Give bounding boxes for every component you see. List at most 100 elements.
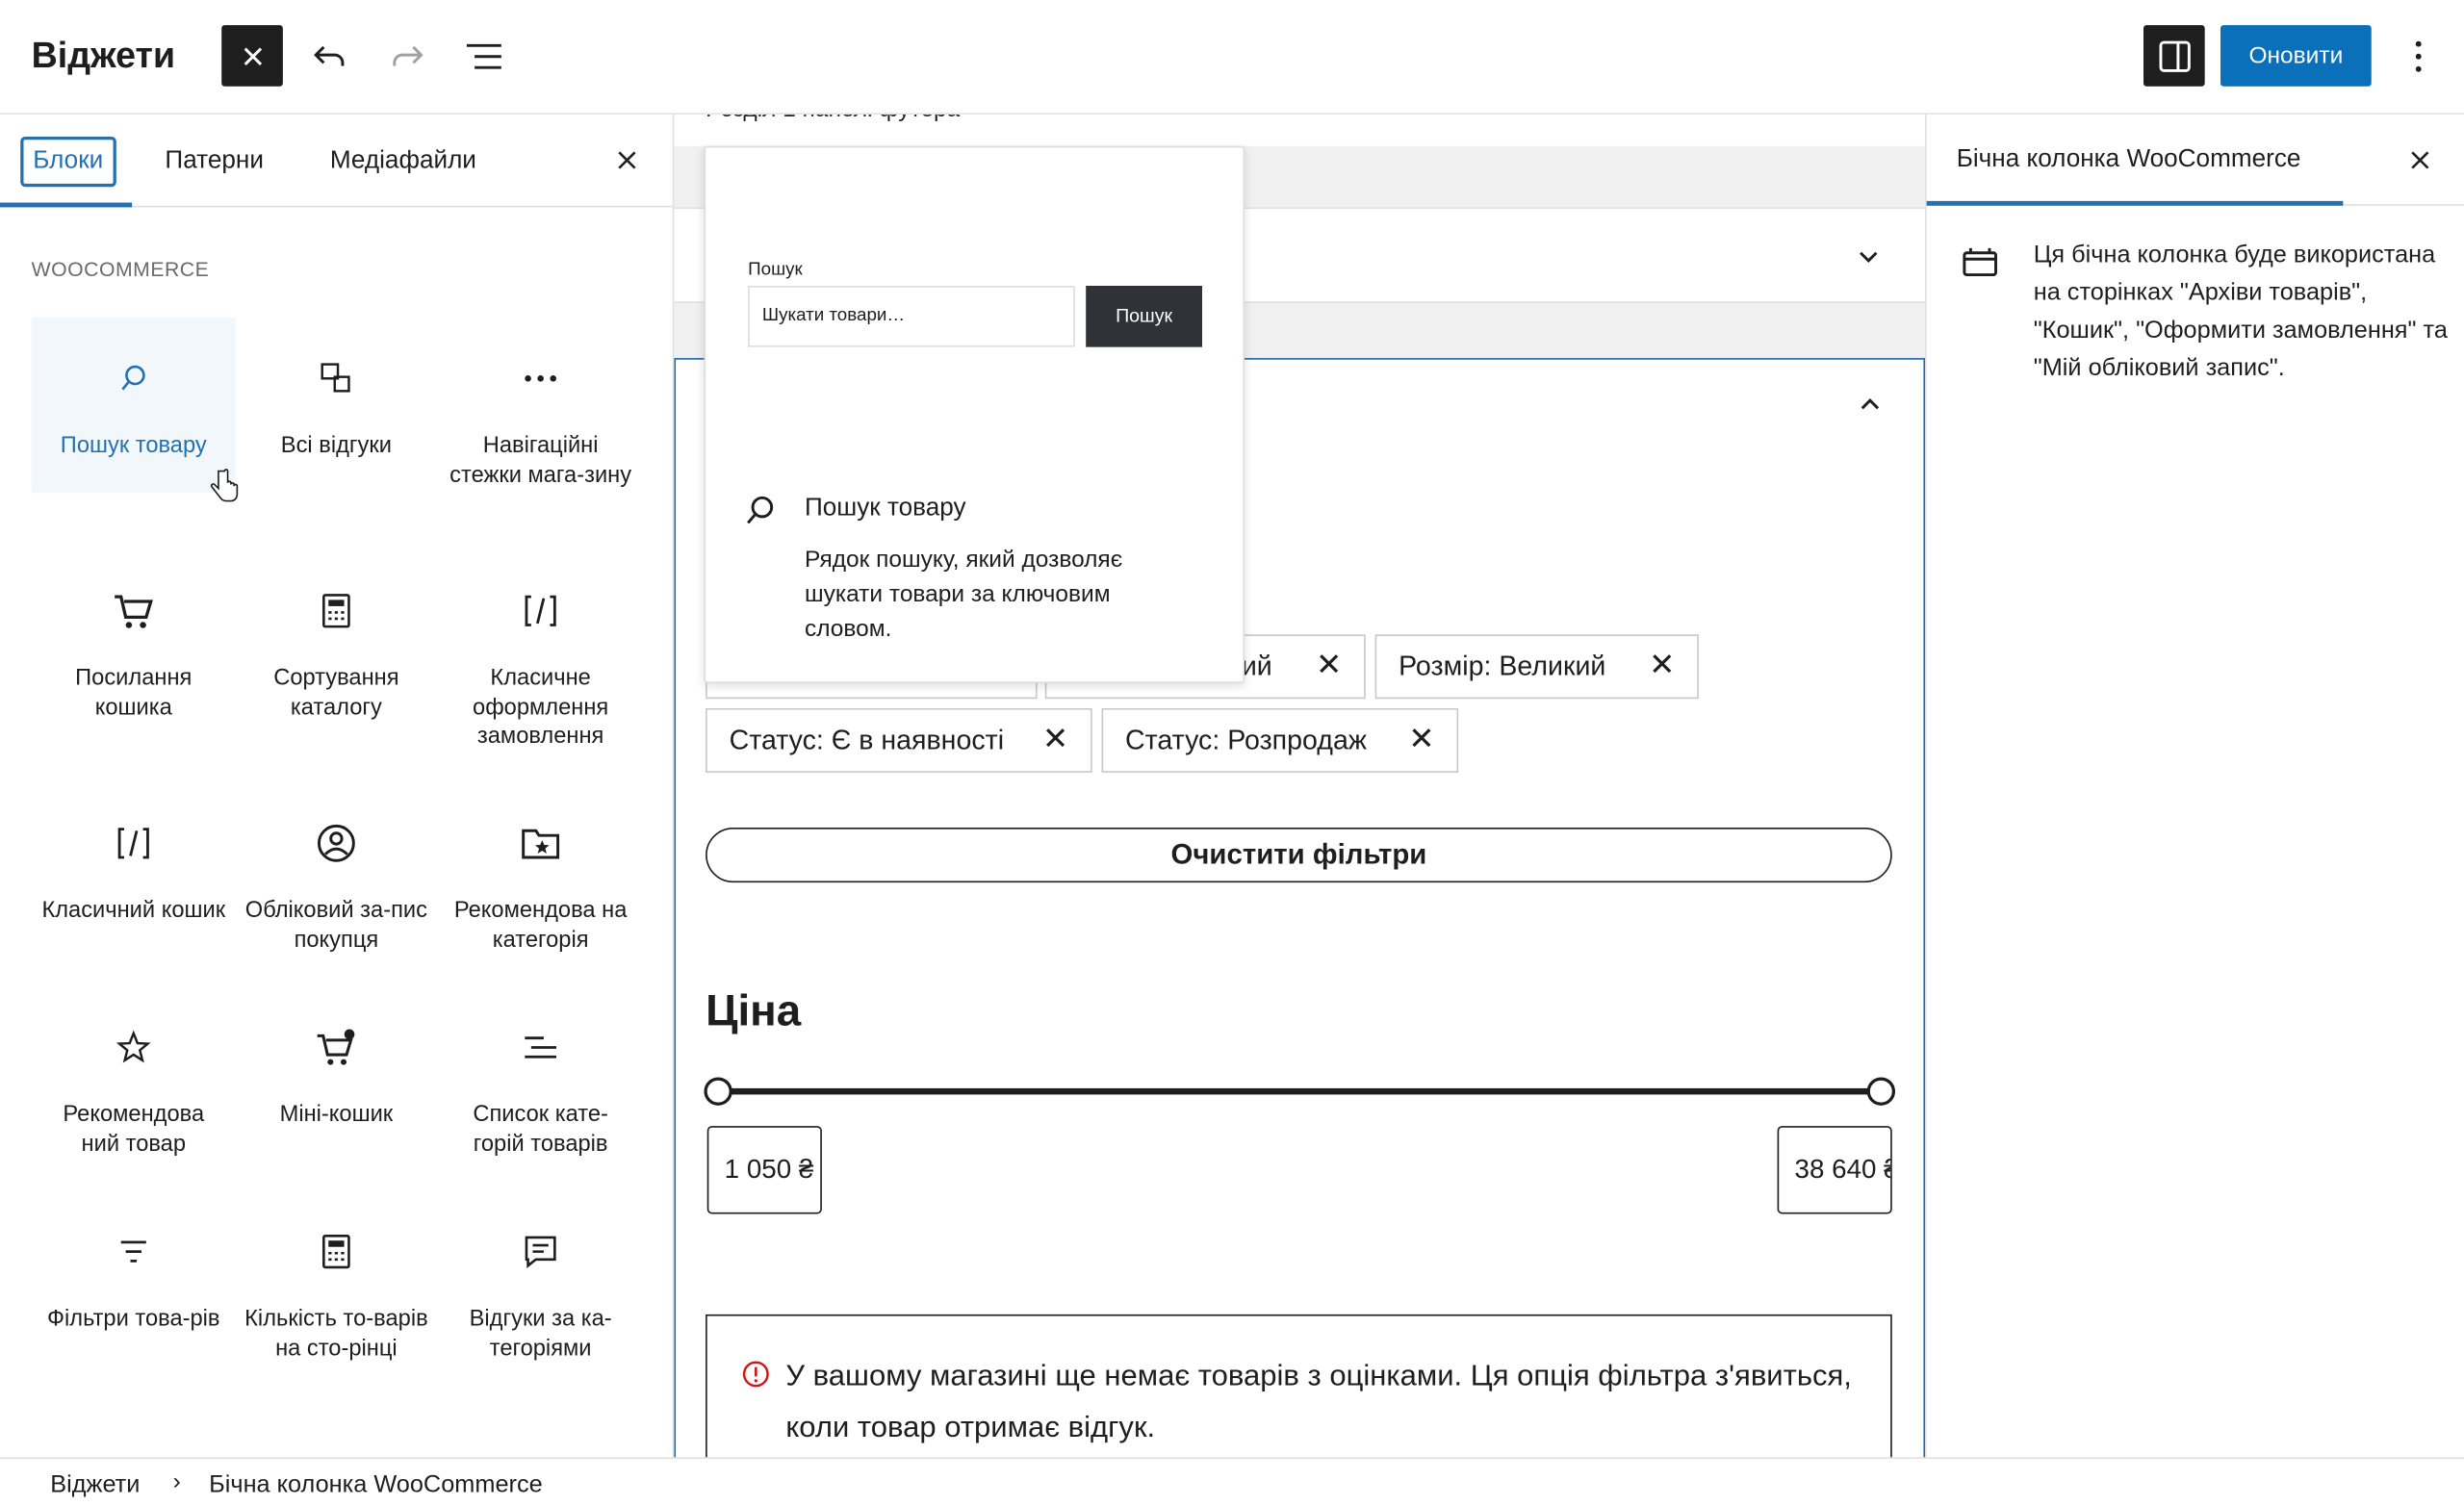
category-heading: WOOCOMMERCE	[31, 257, 210, 282]
breadcrumb-item[interactable]: Віджети	[50, 1471, 140, 1499]
editor-header: Віджети Оновити	[0, 0, 2464, 115]
preview-search-button: Пошук	[1086, 286, 1203, 347]
notice-text: У вашому магазині ще немає товарів з оці…	[785, 1360, 1852, 1445]
more-vertical-icon	[2414, 39, 2421, 71]
block-products-per-page[interactable]: Кількість то-варів на сто-рінці	[234, 1190, 438, 1366]
breadcrumb-item[interactable]: Бічна колонка WooCommerce	[209, 1471, 543, 1499]
block-catalog-sorting[interactable]: Сортування каталогу	[234, 549, 438, 726]
chip-label: Статус: Розпродаж	[1125, 724, 1367, 755]
sidebar-title[interactable]: Бічна колонка WooCommerce	[1957, 146, 2301, 174]
comment-icon	[525, 1236, 556, 1269]
block-label: Класичний кошик	[41, 898, 226, 924]
active-tab-indicator	[0, 202, 133, 208]
price-slider-min-handle[interactable]	[704, 1077, 732, 1106]
calculator-icon	[322, 594, 350, 628]
chevron-up-icon	[1861, 398, 1880, 410]
block-label: Рекомендова ний товар	[63, 1102, 205, 1157]
undo-button[interactable]	[298, 25, 360, 87]
block-classic-checkout[interactable]: Класичне оформлення замовлення	[439, 549, 643, 749]
stage: Віджети Оновити Блоки Патерни Медіафайли	[0, 0, 2464, 1506]
price-slider-track[interactable]	[718, 1087, 1882, 1095]
close-icon	[2411, 151, 2429, 169]
tab-media[interactable]: Медіафайли	[321, 137, 486, 187]
more-horizontal-icon	[525, 375, 556, 382]
price-heading: Ціна	[706, 985, 802, 1035]
chip-label: Розмір: Великий	[1399, 650, 1606, 682]
block-featured-product[interactable]: Рекомендова ний товар	[32, 986, 236, 1162]
widget-area-heading: Розділ 1 панелі футера	[706, 115, 960, 122]
remove-filter-icon[interactable]: ✕	[1408, 710, 1434, 772]
clear-filters-button[interactable]: Очистити фільтри	[706, 828, 1892, 883]
rating-filter-notice: У вашому магазині ще немає товарів з оці…	[706, 1314, 1892, 1458]
block-label: Пошук товару	[60, 433, 207, 459]
cart-icon	[115, 595, 153, 628]
block-label: Рекомендова на категорія	[453, 898, 628, 953]
redo-icon	[392, 45, 423, 65]
sidebar-toggle-icon	[2158, 39, 2191, 72]
block-product-filters[interactable]: Фільтри това-рів	[32, 1190, 236, 1366]
remove-filter-icon[interactable]: ✕	[1042, 710, 1068, 772]
settings-sidebar: Бічна колонка WooCommerce Ця бічна колон…	[1925, 115, 2464, 1458]
block-classic-cart[interactable]: Класичний кошик	[32, 782, 236, 958]
chip-label: Статус: Є в наявності	[729, 724, 1005, 755]
block-featured-category[interactable]: Рекомендова на категорія	[439, 782, 643, 958]
close-sidebar-button[interactable]	[2402, 143, 2437, 178]
block-preview-popover: Пошук Шукати товари… Пошук Пошук товару …	[704, 145, 1245, 683]
page-title: Віджети	[31, 34, 176, 76]
block-mini-cart[interactable]: Міні-кошик	[234, 986, 438, 1162]
block-label: Класичне оформлення замовлення	[473, 665, 609, 750]
block-store-breadcrumbs[interactable]: Навігаційні стежки мага-зину	[439, 318, 643, 494]
update-button[interactable]: Оновити	[2220, 25, 2372, 87]
max-price-input[interactable]: 38 640 ₴	[1777, 1126, 1892, 1214]
block-label: Сортування каталогу	[273, 665, 399, 721]
active-filter-chip[interactable]: Розмір: Великий ✕	[1374, 634, 1699, 700]
shortcode-icon	[117, 828, 149, 859]
preview-search-input: Шукати товари…	[748, 286, 1075, 347]
sidebar-header: Бічна колонка WooCommerce	[1926, 115, 2464, 206]
close-inserter-button[interactable]	[221, 25, 283, 87]
options-button[interactable]	[2387, 25, 2449, 87]
price-slider-max-handle[interactable]	[1866, 1077, 1896, 1106]
block-label: Фільтри това-рів	[47, 1306, 220, 1332]
block-label: Відгуки за ка-тегоріями	[469, 1306, 612, 1362]
list-icon	[525, 1036, 556, 1059]
star-icon	[116, 1030, 151, 1063]
account-icon	[317, 824, 355, 862]
active-filter-chip[interactable]: Статус: Розпродаж ✕	[1101, 707, 1459, 773]
calculator-icon	[322, 1234, 350, 1269]
block-label: Навігаційні стежки мага-зину	[449, 433, 632, 488]
chip-label: ий	[1241, 650, 1272, 682]
block-inserter: Блоки Патерни Медіафайли WOOCOMMERCE Пош…	[0, 115, 675, 1458]
preview-block-description: Рядок пошуку, який дозволяє шукати товар…	[804, 546, 1123, 643]
breadcrumb-separator: ›	[172, 1468, 181, 1495]
close-inserter-panel-button[interactable]	[609, 143, 644, 178]
hand-cursor-icon	[210, 469, 239, 502]
block-label: Обліковий за-пис покупця	[244, 898, 427, 953]
block-product-categories-list[interactable]: Список кате-горій товарів	[439, 986, 643, 1162]
block-cart-link[interactable]: Посилання кошика	[32, 549, 236, 726]
chevron-down-icon	[1860, 251, 1878, 263]
list-view-button[interactable]	[452, 25, 514, 87]
block-customer-account[interactable]: Обліковий за-пис покупця	[234, 782, 438, 958]
remove-filter-icon[interactable]: ✕	[1316, 636, 1342, 698]
remove-filter-icon[interactable]: ✕	[1649, 636, 1675, 698]
folder-star-icon	[522, 829, 560, 859]
active-tab-indicator	[1926, 200, 2344, 206]
list-view-icon	[466, 43, 501, 68]
tab-blocks[interactable]: Блоки	[20, 136, 116, 188]
active-filter-chip[interactable]: Статус: Є в наявності ✕	[706, 707, 1092, 773]
block-label: Всі відгуки	[280, 433, 392, 459]
block-reviews-by-category[interactable]: Відгуки за ка-тегоріями	[439, 1190, 643, 1366]
tab-patterns[interactable]: Патерни	[156, 137, 273, 187]
min-price-input[interactable]: 1 050 ₴	[706, 1126, 822, 1214]
block-all-reviews[interactable]: Всі відгуки	[234, 318, 438, 494]
widget-area-icon	[1963, 247, 1997, 277]
block-label: Посилання кошика	[75, 665, 192, 721]
undo-icon	[313, 45, 344, 65]
filter-icon	[120, 1240, 146, 1263]
settings-toggle-button[interactable]	[2143, 25, 2205, 87]
block-label: Список кате-горій товарів	[473, 1102, 608, 1157]
redo-button[interactable]	[375, 25, 437, 87]
block-product-search[interactable]: Пошук товару	[31, 317, 236, 494]
reviews-icon	[321, 363, 350, 393]
